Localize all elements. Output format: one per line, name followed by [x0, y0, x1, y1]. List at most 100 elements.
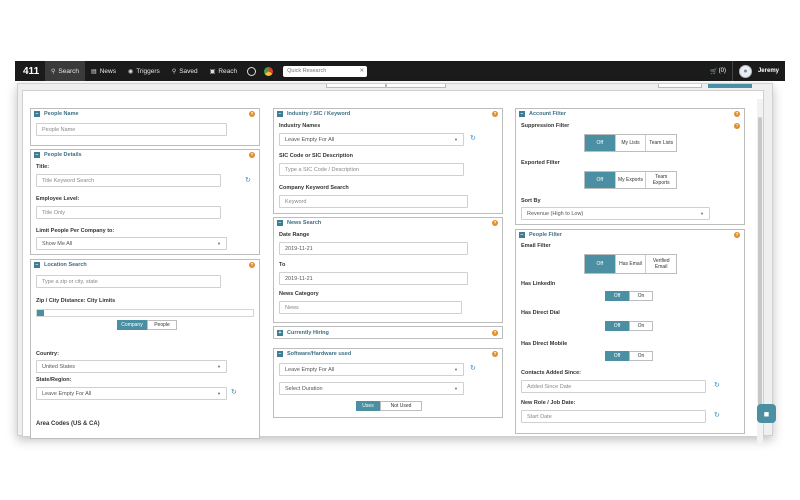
slider-handle[interactable]	[37, 310, 44, 316]
panel-header[interactable]: − Industry / SIC / Keyword ?	[274, 109, 502, 119]
employee-level-input[interactable]: Title Only	[36, 206, 221, 219]
date-to-input[interactable]: 2019-11-21	[279, 272, 468, 285]
close-icon[interactable]: ✕	[360, 68, 365, 74]
scrollbar-track[interactable]	[757, 99, 763, 444]
quick-research-input[interactable]: Quick Research ✕	[283, 65, 368, 77]
more-options-icon[interactable]	[247, 66, 257, 76]
button-remnant[interactable]	[708, 84, 752, 88]
toggle-not-used[interactable]: Not Used	[380, 401, 422, 411]
toggle-uses[interactable]: Uses	[356, 401, 380, 411]
refresh-icon[interactable]: ↻	[714, 381, 720, 389]
news-icon: ▤	[91, 68, 97, 75]
cart-count[interactable]: (0)	[719, 68, 726, 74]
refresh-icon[interactable]: ↻	[470, 364, 476, 372]
software-select[interactable]: Leave Empty For All ▼	[279, 363, 464, 376]
country-select[interactable]: United States ▼	[36, 360, 227, 373]
industry-select[interactable]: Leave Empty For All ▼	[279, 133, 464, 146]
cart-icon[interactable]: 🛒	[710, 68, 717, 75]
panel-header[interactable]: − News Search ?	[274, 218, 502, 228]
panel-header[interactable]: + Currently Hiring ?	[274, 327, 502, 339]
collapse-icon[interactable]: −	[34, 152, 40, 158]
direct-mobile-on[interactable]: On	[629, 351, 653, 361]
panel-header[interactable]: − People Name ?	[31, 109, 259, 119]
nav-item-triggers[interactable]: ◉ Triggers	[122, 61, 166, 81]
exported-off[interactable]: Off	[585, 172, 615, 188]
refresh-icon[interactable]: ↻	[231, 388, 237, 396]
collapse-icon[interactable]: −	[34, 111, 40, 117]
email-off[interactable]: Off	[585, 255, 615, 273]
input-placeholder: Added Since Date	[527, 383, 572, 390]
app-logo[interactable]: 411	[15, 66, 45, 77]
news-category-input[interactable]: News	[279, 301, 462, 314]
nav-item-search[interactable]: ⚲ Search	[45, 61, 86, 81]
direct-mobile-off[interactable]: Off	[605, 351, 629, 361]
collapse-icon[interactable]: −	[34, 262, 40, 268]
company-keyword-input[interactable]: Keyword	[279, 195, 468, 208]
help-icon[interactable]: ?	[734, 123, 740, 129]
toggle-company[interactable]: Company	[117, 320, 147, 330]
exported-my-exports[interactable]: My Exports	[614, 172, 646, 188]
refresh-icon[interactable]: ↻	[714, 411, 720, 419]
limit-select[interactable]: Show Me All ▼	[36, 237, 227, 250]
location-search-panel: − Location Search ? Type a zip or city, …	[30, 259, 260, 439]
panel-header[interactable]: − Software/Hardware used ?	[274, 349, 502, 359]
refresh-icon[interactable]: ↻	[470, 134, 476, 142]
panel-header[interactable]: − Account Filter ?	[516, 109, 744, 119]
button-remnant[interactable]	[658, 84, 702, 88]
nav-item-reach[interactable]: ▣ Reach	[204, 61, 243, 81]
new-role-input[interactable]: Start Date	[521, 410, 706, 423]
state-select[interactable]: Leave Empty For All ▼	[36, 387, 227, 400]
nav-item-saved[interactable]: ⚲ Saved	[166, 61, 204, 81]
select-value: Show Me All	[42, 240, 73, 247]
sort-by-select[interactable]: Revenue (High to Low) ▼	[521, 207, 710, 220]
help-icon[interactable]: ?	[492, 111, 498, 117]
collapse-icon[interactable]: −	[277, 111, 283, 117]
account-filter-panel: − Account Filter ? Suppression Filter ? …	[515, 108, 745, 225]
people-name-input[interactable]: People Name	[36, 123, 227, 136]
sic-input[interactable]: Type a SIC Code / Description	[279, 163, 464, 176]
expand-icon[interactable]: +	[277, 330, 283, 336]
title-keyword-input[interactable]: Title Keyword Search	[36, 174, 221, 187]
panel-header[interactable]: − People Filter ?	[516, 230, 744, 240]
exported-team-exports[interactable]: Team Exports	[645, 172, 676, 188]
avatar[interactable]: ●	[738, 64, 752, 78]
collapse-icon[interactable]: −	[519, 232, 525, 238]
help-icon[interactable]: ?	[734, 232, 740, 238]
user-name[interactable]: Jeremy	[758, 68, 779, 74]
tab-remnant[interactable]	[386, 84, 446, 88]
linkedin-on[interactable]: On	[629, 291, 653, 301]
refresh-icon[interactable]: ↻	[245, 176, 251, 184]
suppression-label: Suppression Filter	[521, 123, 570, 129]
contacts-added-input[interactable]: Added Since Date	[521, 380, 706, 393]
help-icon[interactable]: ?	[249, 152, 255, 158]
help-icon[interactable]: ?	[492, 330, 498, 336]
direct-dial-on[interactable]: On	[629, 321, 653, 331]
panel-header[interactable]: − People Details ?	[31, 150, 259, 160]
help-icon[interactable]: ?	[249, 262, 255, 268]
collapse-icon[interactable]: −	[277, 220, 283, 226]
direct-dial-off[interactable]: Off	[605, 321, 629, 331]
date-from-input[interactable]: 2019-11-21	[279, 242, 468, 255]
linkedin-off[interactable]: Off	[605, 291, 629, 301]
help-icon[interactable]: ?	[492, 220, 498, 226]
toggle-people[interactable]: People	[147, 320, 177, 330]
location-input[interactable]: Type a zip or city, state	[36, 275, 221, 288]
collapse-icon[interactable]: −	[277, 351, 283, 357]
help-icon[interactable]: ?	[734, 111, 740, 117]
suppression-off[interactable]: Off	[585, 135, 615, 151]
email-has-email[interactable]: Has Email	[614, 255, 646, 273]
panel-header[interactable]: − Location Search ?	[31, 260, 259, 270]
tab-remnant[interactable]	[326, 84, 386, 88]
suppression-my-lists[interactable]: My Lists	[614, 135, 646, 151]
distance-slider[interactable]	[36, 309, 254, 317]
collapse-icon[interactable]: −	[519, 111, 525, 117]
duration-select[interactable]: Select Duration ▼	[279, 382, 464, 395]
nav-item-news[interactable]: ▤ News	[85, 61, 122, 81]
suppression-team-lists[interactable]: Team Lists	[645, 135, 676, 151]
chrome-extension-icon[interactable]	[264, 66, 274, 76]
help-icon[interactable]: ?	[249, 111, 255, 117]
chat-button[interactable]: ■	[757, 404, 776, 423]
help-icon[interactable]: ?	[492, 351, 498, 357]
email-verified-email[interactable]: Verified Email	[645, 255, 676, 273]
scrollbar-thumb[interactable]	[758, 117, 762, 407]
